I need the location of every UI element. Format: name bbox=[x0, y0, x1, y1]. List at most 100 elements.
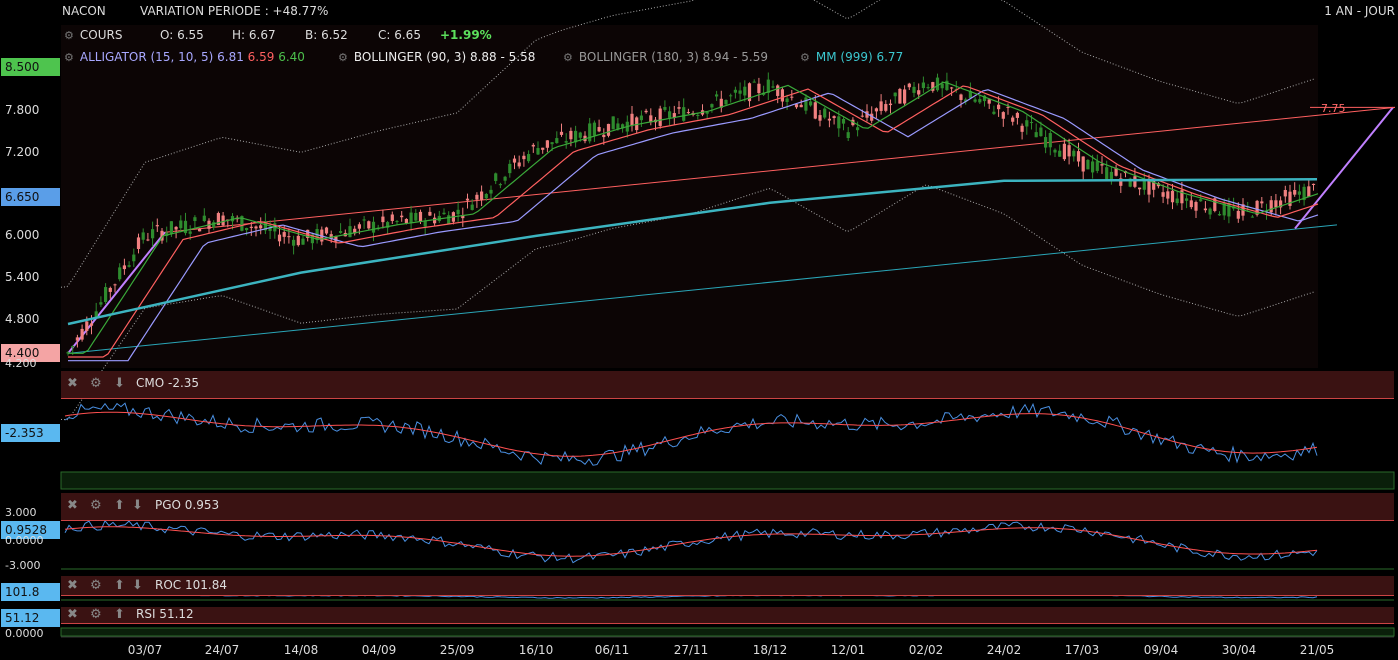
candle-body bbox=[522, 155, 526, 160]
bollinger90-legend[interactable]: ⚙ BOLLINGER (90, 3) 8.88 - 5.58 bbox=[338, 50, 535, 64]
candle-body bbox=[1170, 190, 1175, 203]
candle-body bbox=[1109, 171, 1113, 180]
symbol-title: NACON bbox=[62, 4, 106, 18]
candle-body bbox=[813, 102, 817, 119]
candle-body bbox=[809, 101, 813, 106]
x-tick: 27/11 bbox=[673, 643, 709, 657]
roc-value-tag: 101.8 bbox=[1, 583, 60, 601]
gear-icon[interactable]: ⚙ bbox=[563, 51, 573, 64]
arrow-down-icon[interactable]: ⬇ bbox=[132, 578, 143, 593]
candle-body bbox=[447, 215, 451, 225]
rsi-value-tag: 51.12 bbox=[1, 609, 60, 627]
candle-body bbox=[611, 116, 615, 130]
candle-body bbox=[710, 104, 714, 108]
candle-body bbox=[188, 231, 192, 234]
candle-body bbox=[940, 83, 944, 89]
candle-body bbox=[428, 211, 432, 216]
pgo-tick: 3.000 bbox=[5, 506, 37, 519]
gear-icon[interactable]: ⚙ bbox=[90, 607, 102, 622]
arrow-down-icon[interactable]: ⬇ bbox=[114, 376, 125, 391]
close-icon[interactable]: ✖ bbox=[67, 376, 78, 391]
candle-body bbox=[113, 284, 117, 286]
candle-body bbox=[1189, 200, 1193, 208]
rsi-panel-header: ✖ ⚙ ⬆ RSI 51.12 bbox=[61, 607, 1394, 624]
candle-body bbox=[282, 232, 286, 237]
pgo-panel-header: ✖ ⚙ ⬆ ⬇ PGO 0.953 bbox=[61, 493, 1394, 521]
candle-body bbox=[442, 212, 446, 215]
candle-body bbox=[785, 98, 789, 103]
alligator-legend[interactable]: ⚙ ALLIGATOR (15, 10, 5) 6.81 6.59 6.40 bbox=[64, 50, 305, 64]
cmo-title: CMO -2.35 bbox=[136, 376, 200, 390]
candle-body bbox=[155, 225, 159, 227]
arrow-up-icon[interactable]: ⬆ bbox=[114, 578, 125, 593]
candle-body bbox=[371, 221, 376, 233]
gear-icon[interactable]: ⚙ bbox=[64, 51, 74, 64]
candle-body bbox=[771, 86, 775, 88]
candle-body bbox=[1307, 186, 1311, 197]
candle-body bbox=[860, 115, 864, 117]
close-icon[interactable]: ✖ bbox=[67, 498, 78, 513]
gear-icon[interactable]: ⚙ bbox=[90, 578, 102, 593]
candle-body bbox=[1260, 201, 1264, 204]
candle-body bbox=[1161, 192, 1165, 197]
candle-body bbox=[1175, 198, 1179, 204]
candle-body bbox=[1044, 137, 1048, 148]
candle-body bbox=[287, 236, 291, 238]
candle-body bbox=[639, 115, 643, 121]
candle-body bbox=[1034, 132, 1038, 138]
candle-body bbox=[926, 87, 930, 89]
gear-icon[interactable]: ⚙ bbox=[64, 29, 74, 42]
gear-icon[interactable]: ⚙ bbox=[800, 51, 810, 64]
candle-body bbox=[1053, 149, 1057, 153]
mm999-legend[interactable]: ⚙ MM (999) 6.77 bbox=[800, 50, 903, 64]
candle-body bbox=[973, 99, 977, 102]
candle-body bbox=[456, 209, 460, 215]
candle-body bbox=[1072, 150, 1076, 157]
arrow-up-icon[interactable]: ⬆ bbox=[114, 607, 125, 622]
close-icon[interactable]: ✖ bbox=[67, 578, 78, 593]
candle-body bbox=[1001, 112, 1005, 119]
candle-body bbox=[494, 173, 498, 181]
arrow-up-icon[interactable]: ⬆ bbox=[114, 498, 125, 513]
current-price-tag: 6.650 bbox=[1, 188, 60, 206]
candle-body bbox=[99, 302, 103, 305]
arrow-down-icon[interactable]: ⬇ bbox=[132, 498, 143, 513]
candle-body bbox=[856, 127, 860, 131]
candle-body bbox=[578, 132, 582, 138]
candle-body bbox=[465, 198, 470, 201]
candle-body bbox=[254, 226, 258, 229]
candle-body bbox=[151, 229, 155, 239]
close-icon[interactable]: ✖ bbox=[67, 607, 78, 622]
bollinger180-legend[interactable]: ⚙ BOLLINGER (180, 3) 8.94 - 5.59 bbox=[563, 50, 768, 64]
period-selector[interactable]: 1 AN - JOUR bbox=[1324, 4, 1395, 18]
candle-body bbox=[221, 215, 225, 226]
candle-body bbox=[85, 321, 89, 331]
price-tick: 6.000 bbox=[5, 228, 40, 242]
candle-body bbox=[1133, 176, 1137, 187]
candle-body bbox=[606, 123, 611, 136]
candle-body bbox=[1011, 117, 1015, 122]
candle-body bbox=[357, 224, 361, 229]
candle-body bbox=[193, 217, 197, 222]
candle-body bbox=[733, 89, 737, 93]
candle-body bbox=[846, 132, 850, 139]
candle-body bbox=[564, 141, 568, 143]
gear-icon[interactable]: ⚙ bbox=[338, 51, 348, 64]
gear-icon[interactable]: ⚙ bbox=[90, 376, 102, 391]
candle-body bbox=[658, 108, 662, 126]
candle-body bbox=[484, 194, 488, 199]
gear-icon[interactable]: ⚙ bbox=[90, 498, 102, 513]
candle-body bbox=[912, 86, 916, 93]
x-tick: 25/09 bbox=[439, 643, 475, 657]
rsi-tick: 0.0000 bbox=[5, 627, 44, 640]
candle-body bbox=[888, 103, 893, 106]
candle-body bbox=[470, 204, 474, 210]
cmo-value-tag: -2.353 bbox=[1, 424, 60, 442]
x-tick: 04/09 bbox=[361, 643, 397, 657]
price-panel-bg bbox=[61, 25, 1318, 368]
candle-body bbox=[1269, 200, 1273, 213]
candle-body bbox=[301, 238, 305, 245]
candle-body bbox=[1091, 161, 1095, 173]
candle-body bbox=[1062, 143, 1066, 160]
candle-body bbox=[555, 138, 559, 144]
